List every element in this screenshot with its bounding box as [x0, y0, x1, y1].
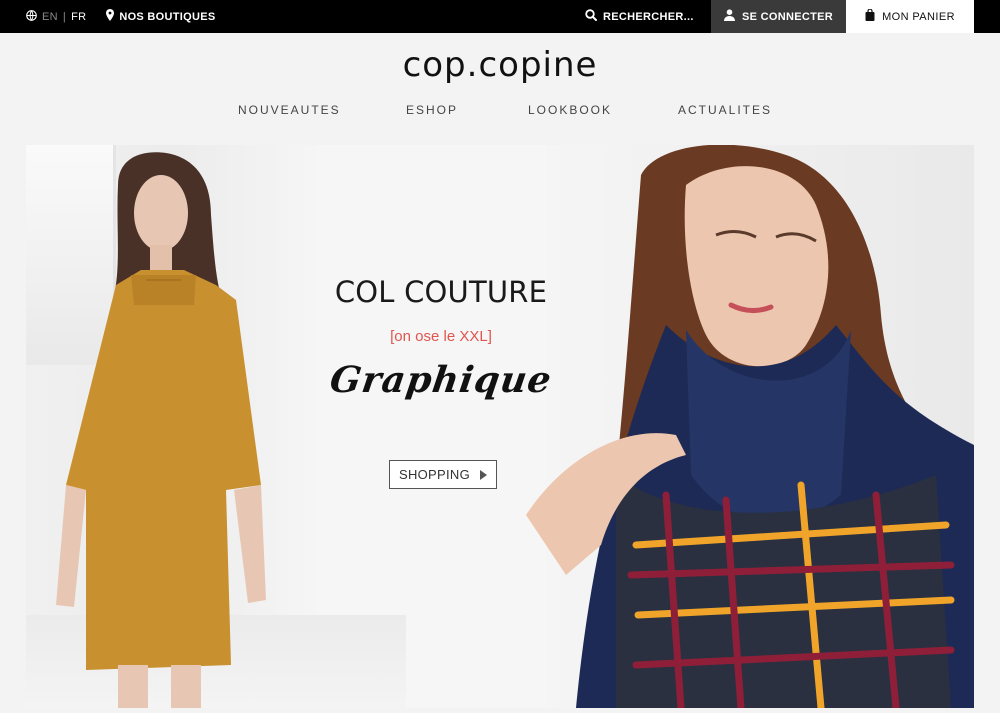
hero-title: COL COUTURE — [334, 275, 548, 309]
shopping-button-label: SHOPPING — [398, 467, 471, 482]
user-icon — [724, 9, 735, 24]
main-nav: NOUVEAUTES ESHOP LOOKBOOK ACTUALITES — [0, 103, 1000, 121]
shopping-button[interactable]: SHOPPING — [389, 460, 497, 489]
search-button[interactable]: RECHERCHER... — [585, 0, 694, 33]
login-button[interactable]: SE CONNECTER — [711, 0, 846, 33]
hero-models-illustration — [56, 145, 974, 708]
search-label: RECHERCHER... — [603, 10, 694, 23]
model-left — [56, 152, 266, 708]
play-arrow-icon — [480, 469, 488, 480]
cart-button[interactable]: MON PANIER — [846, 0, 974, 33]
model-right — [526, 145, 974, 708]
nav-item-nouveautes[interactable]: NOUVEAUTES — [238, 103, 341, 117]
stores-label: NOS BOUTIQUES — [119, 10, 216, 23]
top-bar-left: EN | FR NOS BOUTIQUES — [26, 0, 216, 33]
top-bar: EN | FR NOS BOUTIQUES RECHERCHER... SE C… — [0, 0, 1000, 33]
stores-link[interactable]: NOS BOUTIQUES — [106, 9, 215, 24]
hero-subtitle: [on ose le XXL] — [390, 328, 492, 345]
top-bar-edge — [974, 0, 1000, 33]
hero-script-word: Graphique — [327, 359, 555, 401]
search-icon — [585, 9, 597, 24]
globe-icon — [26, 9, 37, 24]
language-switcher: EN | FR — [26, 9, 86, 24]
hero-banner[interactable]: COL COUTURE [on ose le XXL] Graphique SH… — [26, 145, 974, 708]
lang-en-link[interactable]: EN — [42, 11, 58, 23]
shopping-bag-icon — [865, 8, 875, 24]
login-label: SE CONNECTER — [742, 10, 833, 23]
brand-logo[interactable]: cop.copine — [0, 45, 1000, 85]
map-pin-icon — [106, 9, 115, 24]
cart-label: MON PANIER — [882, 10, 955, 23]
nav-item-actualites[interactable]: ACTUALITES — [678, 103, 772, 117]
lang-separator: | — [62, 10, 67, 23]
hero-copy: COL COUTURE [on ose le XXL] Graphique — [326, 275, 556, 401]
lang-fr-link[interactable]: FR — [71, 11, 86, 23]
nav-item-lookbook[interactable]: LOOKBOOK — [528, 103, 612, 117]
nav-item-eshop[interactable]: ESHOP — [406, 103, 458, 117]
